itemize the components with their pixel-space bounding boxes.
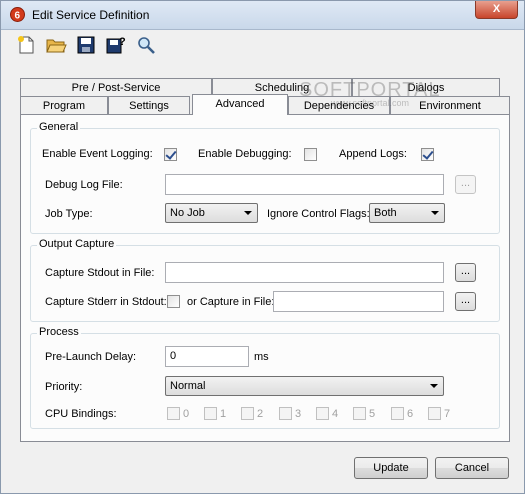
- cpu-1-label: 1: [220, 408, 227, 420]
- save-icon[interactable]: [75, 34, 97, 56]
- cpu-5-checkbox[interactable]: [353, 407, 366, 420]
- cpu-0-label: 0: [183, 408, 190, 420]
- process-legend: Process: [37, 326, 81, 338]
- close-icon: X: [492, 3, 501, 15]
- save-as-icon[interactable]: ?: [105, 34, 127, 56]
- output-capture-legend: Output Capture: [37, 238, 117, 250]
- watermark-url: www.softportal.com: [331, 98, 410, 108]
- general-legend: General: [37, 121, 81, 133]
- enable-debugging-checkbox[interactable]: [304, 148, 317, 161]
- capture-stdout-input[interactable]: [165, 262, 444, 283]
- ignore-control-flags-select[interactable]: Both: [369, 203, 445, 223]
- close-button[interactable]: X: [475, 1, 518, 19]
- debug-log-file-label: Debug Log File:: [45, 179, 123, 191]
- pre-launch-delay-input[interactable]: 0: [165, 346, 249, 367]
- chevron-down-icon: [430, 384, 438, 388]
- enable-debugging-label: Enable Debugging:: [198, 148, 292, 160]
- job-type-select[interactable]: No Job: [165, 203, 258, 223]
- edit-service-window: 6 Edit Service Definition X ? Pre / Post…: [0, 0, 525, 494]
- general-group: General Enable Event Logging: Enable Deb…: [30, 121, 500, 234]
- cpu-0-checkbox[interactable]: [167, 407, 180, 420]
- ignore-control-flags-label: Ignore Control Flags:: [267, 208, 370, 220]
- find-icon[interactable]: [135, 34, 157, 56]
- capture-stdout-browse-button[interactable]: ...: [455, 263, 476, 282]
- cpu-6-label: 6: [407, 408, 414, 420]
- output-capture-group: Output Capture Capture Stdout in File: .…: [30, 238, 500, 322]
- chevron-down-icon: [431, 211, 439, 215]
- cpu-7-checkbox[interactable]: [428, 407, 441, 420]
- cpu-bindings-label: CPU Bindings:: [45, 408, 117, 420]
- capture-stderr-label: Capture Stderr in Stdout:: [45, 296, 167, 308]
- cpu-3-label: 3: [295, 408, 302, 420]
- append-logs-checkbox[interactable]: [421, 148, 434, 161]
- cpu-5-label: 5: [369, 408, 376, 420]
- advanced-tab-panel: General Enable Event Logging: Enable Deb…: [20, 114, 510, 442]
- or-capture-browse-button[interactable]: ...: [455, 292, 476, 311]
- cpu-4-label: 4: [332, 408, 339, 420]
- capture-stdout-label: Capture Stdout in File:: [45, 267, 155, 279]
- tab-pre-post-service[interactable]: Pre / Post-Service: [20, 78, 212, 97]
- tab-settings[interactable]: Settings: [108, 96, 190, 115]
- job-type-label: Job Type:: [45, 208, 93, 220]
- enable-event-logging-checkbox[interactable]: [164, 148, 177, 161]
- title-bar[interactable]: 6 Edit Service Definition X: [1, 1, 524, 30]
- process-group: Process Pre-Launch Delay: 0 ms Priority:…: [30, 326, 500, 429]
- cancel-button[interactable]: Cancel: [435, 457, 509, 479]
- or-capture-label: or Capture in File:: [187, 296, 275, 308]
- cpu-2-label: 2: [257, 408, 264, 420]
- priority-select[interactable]: Normal: [165, 376, 444, 396]
- cpu-4-checkbox[interactable]: [316, 407, 329, 420]
- new-icon[interactable]: [15, 34, 37, 56]
- or-capture-file-input[interactable]: [273, 291, 444, 312]
- chevron-down-icon: [244, 211, 252, 215]
- cpu-2-checkbox[interactable]: [241, 407, 254, 420]
- append-logs-label: Append Logs:: [339, 148, 407, 160]
- cpu-6-checkbox[interactable]: [391, 407, 404, 420]
- update-button[interactable]: Update: [354, 457, 428, 479]
- svg-text:?: ?: [119, 36, 126, 48]
- priority-label: Priority:: [45, 381, 83, 393]
- window-title: Edit Service Definition: [32, 8, 150, 22]
- app-icon: 6: [10, 7, 25, 22]
- enable-event-logging-label: Enable Event Logging:: [42, 148, 153, 160]
- cpu-3-checkbox[interactable]: [279, 407, 292, 420]
- open-icon[interactable]: [45, 34, 67, 56]
- debug-log-file-browse-button[interactable]: ...: [455, 175, 476, 194]
- pre-launch-delay-label: Pre-Launch Delay:: [45, 351, 137, 363]
- cpu-7-label: 7: [444, 408, 451, 420]
- capture-stderr-checkbox[interactable]: [167, 295, 180, 308]
- ms-unit-label: ms: [254, 351, 269, 363]
- debug-log-file-input[interactable]: [165, 174, 444, 195]
- cpu-1-checkbox[interactable]: [204, 407, 217, 420]
- tab-advanced[interactable]: Advanced: [192, 94, 288, 115]
- svg-text:6: 6: [15, 11, 21, 22]
- tab-program[interactable]: Program: [20, 96, 108, 115]
